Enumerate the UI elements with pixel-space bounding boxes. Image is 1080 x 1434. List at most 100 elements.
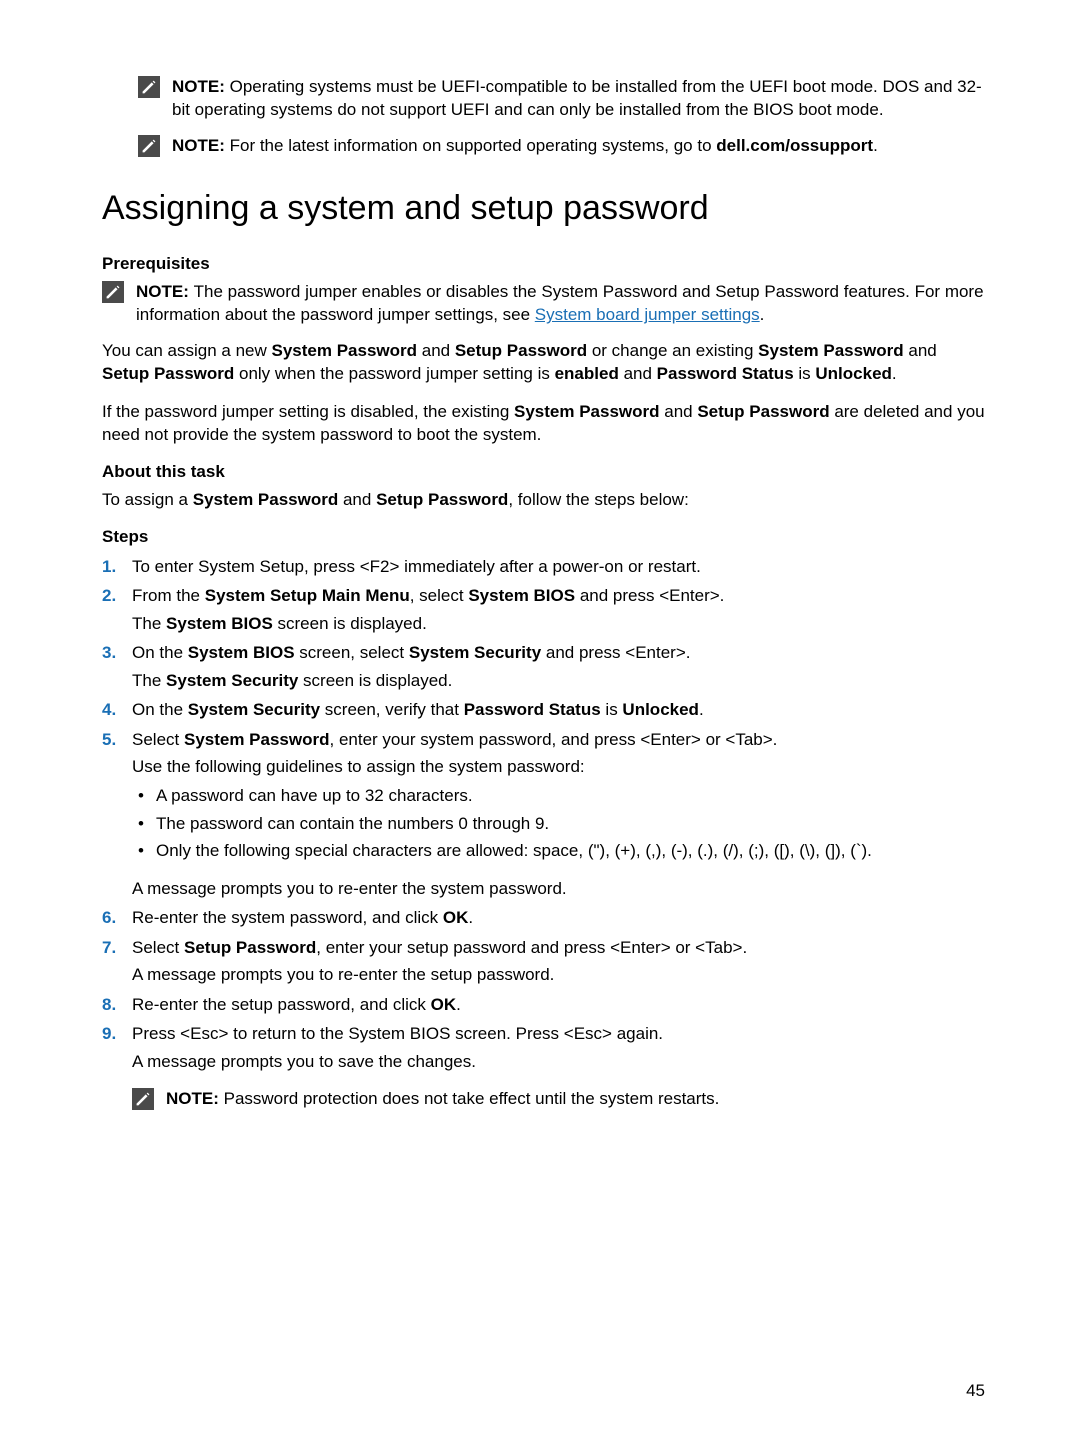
step-body: Select System Password, enter your syste… [132,728,985,901]
text: System Password [758,341,904,360]
text: Setup Password [184,938,316,957]
list-item: 6. Re-enter the system password, and cli… [102,906,985,929]
note-block: NOTE: Operating systems must be UEFI-com… [102,75,985,122]
text: Re-enter the system password, and click [132,908,443,927]
text: Re-enter the setup password, and click [132,995,431,1014]
text: screen is displayed. [298,671,452,690]
page-number: 45 [966,1379,985,1402]
text: OK [443,908,469,927]
about-task-heading: About this task [102,460,985,483]
step-body: Press <Esc> to return to the System BIOS… [132,1022,985,1122]
note-label: NOTE: [166,1089,224,1108]
step-number: 2. [102,584,132,607]
paragraph: You can assign a new System Password and… [102,339,985,386]
pencil-icon [138,76,160,98]
note-label: NOTE: [172,136,230,155]
note-label: NOTE: [172,77,230,96]
text: You can assign a new [102,341,272,360]
step-body: Re-enter the setup password, and click O… [132,993,985,1016]
text: . [699,700,704,719]
list-item: 7. Select Setup Password, enter your set… [102,936,985,987]
text: To assign a [102,490,193,509]
step-number: 1. [102,555,132,578]
steps-list: 1. To enter System Setup, press <F2> imm… [102,555,985,1123]
list-item: 4. On the System Security screen, verify… [102,698,985,721]
text: On the [132,643,188,662]
step-number: 4. [102,698,132,721]
step-number: 8. [102,993,132,1016]
note-body-c: . [873,136,878,155]
text: , select [410,586,469,605]
text: Setup Password [697,402,829,421]
note-block: NOTE: For the latest information on supp… [102,134,985,157]
text: System Setup Main Menu [205,586,410,605]
note-text: NOTE: Password protection does not take … [166,1087,985,1110]
list-item: Only the following special characters ar… [132,839,985,862]
text: System Password [184,730,330,749]
list-item: A password can have up to 32 characters. [132,784,985,807]
text: screen, select [295,643,409,662]
text: If the password jumper setting is disabl… [102,402,514,421]
text: . [456,995,461,1014]
pencil-icon [138,135,160,157]
text: Setup Password [102,364,234,383]
text: only when the password jumper setting is [234,364,554,383]
text: and press <Enter>. [541,643,690,662]
text: enabled [555,364,619,383]
text: screen is displayed. [273,614,427,633]
text: System Password [193,490,339,509]
list-item: 3. On the System BIOS screen, select Sys… [102,641,985,692]
step-body: Re-enter the system password, and click … [132,906,985,929]
step-number: 9. [102,1022,132,1045]
prerequisites-heading: Prerequisites [102,252,985,275]
list-item: 9. Press <Esc> to return to the System B… [102,1022,985,1122]
text: System Security [409,643,541,662]
text: Select [132,938,184,957]
step-body: On the System BIOS screen, select System… [132,641,985,692]
text: Unlocked [622,700,699,719]
text: Setup Password [376,490,508,509]
text: Password Status [464,700,601,719]
text: Select [132,730,184,749]
step-body: Select Setup Password, enter your setup … [132,936,985,987]
text: System BIOS [166,614,273,633]
text: OK [431,995,457,1014]
note-link-text: dell.com/ossupport [716,136,873,155]
list-item: 8. Re-enter the setup password, and clic… [102,993,985,1016]
pencil-icon [102,281,124,303]
text: System BIOS [188,643,295,662]
note-block: NOTE: Password protection does not take … [132,1087,985,1110]
step-number: 5. [102,728,132,751]
text: The [132,671,166,690]
note-text: NOTE: Operating systems must be UEFI-com… [172,75,985,122]
pencil-icon [132,1088,154,1110]
text: screen, verify that [320,700,464,719]
step-body: From the System Setup Main Menu, select … [132,584,985,635]
text: A message prompts you to re-enter the sy… [132,877,985,900]
text: and [417,341,455,360]
text: Press <Esc> to return to the System BIOS… [132,1024,663,1043]
page-title: Assigning a system and setup password [102,185,985,232]
note-body: Password protection does not take effect… [224,1089,720,1108]
text: , follow the steps below: [508,490,688,509]
text: . [468,908,473,927]
text: Unlocked [815,364,892,383]
text: Use the following guidelines to assign t… [132,755,985,778]
text: and [338,490,376,509]
text: Setup Password [455,341,587,360]
note-body-a: For the latest information on supported … [230,136,717,155]
text: On the [132,700,188,719]
note-body: Operating systems must be UEFI-compatibl… [172,77,982,119]
text: and [660,402,698,421]
list-item: The password can contain the numbers 0 t… [132,812,985,835]
jumper-settings-link[interactable]: System board jumper settings [535,305,760,324]
text: , enter your setup password and press <E… [316,938,747,957]
text: and [904,341,937,360]
note-block: NOTE: The password jumper enables or dis… [102,280,985,327]
paragraph: If the password jumper setting is disabl… [102,400,985,447]
paragraph: To assign a System Password and Setup Pa… [102,488,985,511]
text: and [619,364,657,383]
text: is [794,364,816,383]
step-number: 6. [102,906,132,929]
text: System Security [188,700,320,719]
